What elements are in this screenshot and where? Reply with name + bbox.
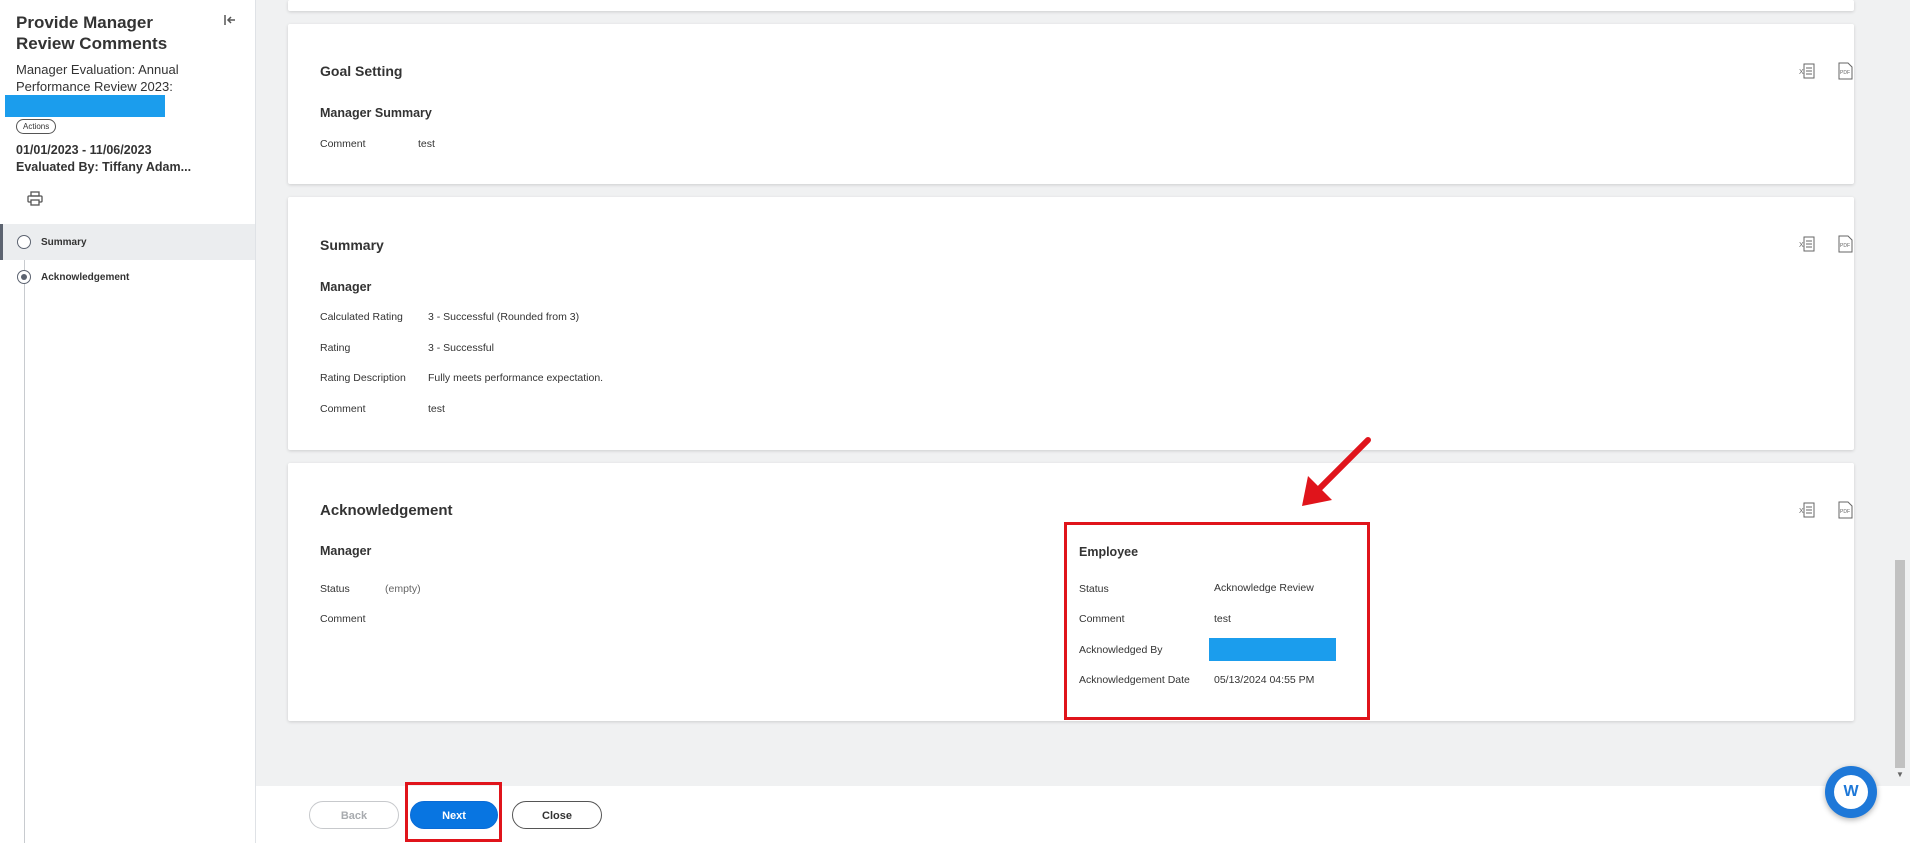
field-value: test (428, 403, 445, 415)
excel-export-icon[interactable]: X (1798, 501, 1816, 519)
field-label: Comment (320, 613, 366, 625)
card-title: Summary (320, 237, 384, 253)
step-acknowledgement[interactable]: Acknowledgement (0, 259, 255, 295)
pdf-export-label: PDF (1840, 243, 1850, 249)
collapse-sidebar-icon[interactable] (222, 12, 238, 28)
excel-export-icon[interactable]: X (1798, 62, 1816, 80)
close-button[interactable]: Close (512, 801, 602, 829)
employee-highlight-box (1064, 522, 1370, 720)
pdf-export-icon[interactable]: PDF (1836, 235, 1854, 253)
excel-export-icon[interactable]: X (1798, 235, 1816, 253)
section-subheading: Manager (320, 280, 372, 294)
step-label: Acknowledgement (41, 272, 130, 283)
assistant-button[interactable]: W (1825, 766, 1877, 818)
field-label: Comment (320, 138, 366, 150)
scroll-down-icon[interactable]: ▼ (1895, 771, 1905, 779)
field-value: test (418, 138, 435, 150)
field-label: Rating Description (320, 372, 406, 384)
redacted-employee-name (5, 95, 165, 117)
svg-text:X: X (1799, 508, 1804, 515)
sidebar: Provide Manager Review Comments Manager … (0, 0, 256, 843)
field-value: (empty) (385, 583, 421, 595)
field-label: Comment (320, 403, 366, 415)
main-content: Goal Setting X PDF Manager Summary Comme… (256, 0, 1910, 843)
step-summary[interactable]: Summary (0, 224, 255, 260)
steps-connector (24, 240, 25, 843)
scrollbar-thumb[interactable] (1895, 560, 1905, 768)
footer-bar: Back Next Close (256, 782, 1910, 843)
svg-text:X: X (1799, 242, 1804, 249)
review-period: 01/01/2023 - 11/06/2023 (16, 143, 152, 157)
page-title: Provide Manager Review Comments (16, 13, 168, 53)
workday-logo-icon: W (1834, 775, 1868, 809)
step-circle-icon (17, 235, 31, 249)
next-highlight-box (405, 782, 502, 842)
step-current-icon (17, 270, 31, 284)
field-label: Calculated Rating (320, 311, 403, 323)
manager-subheading: Manager (320, 544, 372, 558)
previous-card (288, 0, 1854, 11)
field-value: 3 - Successful (428, 342, 494, 354)
summary-card: Summary X PDF Manager Calculated Rating … (288, 197, 1854, 450)
card-title: Acknowledgement (320, 502, 453, 519)
back-button[interactable]: Back (309, 801, 399, 829)
section-subheading: Manager Summary (320, 106, 432, 120)
pdf-export-icon[interactable]: PDF (1836, 501, 1854, 519)
field-label: Status (320, 583, 350, 595)
field-value: Fully meets performance expectation. (428, 372, 604, 384)
card-title: Goal Setting (320, 63, 403, 79)
pdf-export-icon[interactable]: PDF (1836, 62, 1854, 80)
evaluated-by: Evaluated By: Tiffany Adam... (16, 160, 192, 174)
evaluation-name: Manager Evaluation: Annual Performance R… (16, 62, 179, 94)
actions-button[interactable]: Actions (16, 119, 57, 134)
goal-setting-card: Goal Setting X PDF Manager Summary Comme… (288, 24, 1854, 184)
print-icon[interactable] (27, 191, 43, 206)
pdf-export-label: PDF (1840, 70, 1850, 76)
svg-text:X: X (1799, 69, 1804, 76)
pdf-export-label: PDF (1840, 509, 1850, 515)
step-label: Summary (41, 237, 87, 248)
field-label: Rating (320, 342, 351, 354)
field-value: 3 - Successful (Rounded from 3) (428, 311, 580, 323)
annotation-arrow-icon (1302, 437, 1371, 506)
